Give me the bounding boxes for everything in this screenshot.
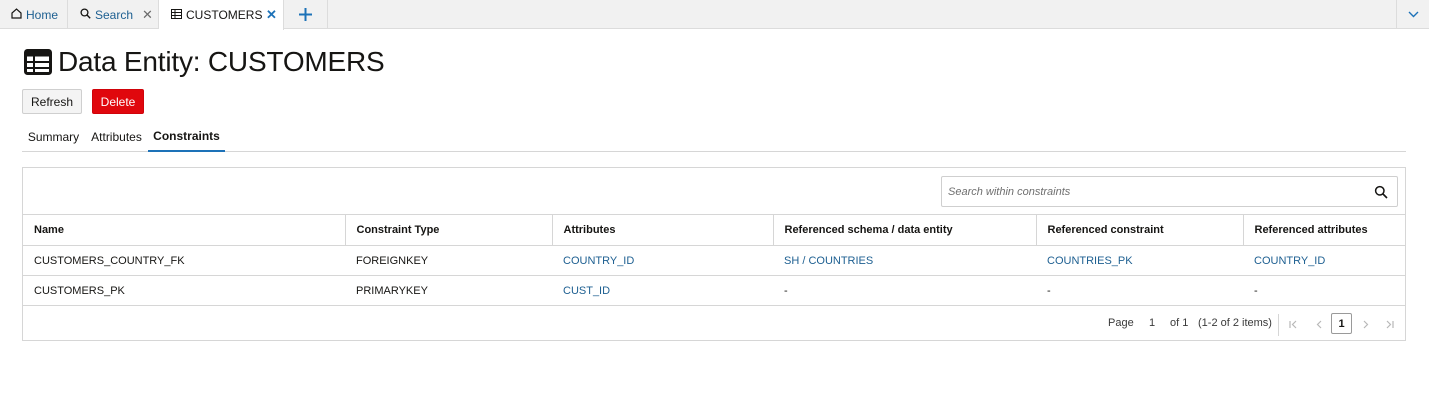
- column-header-name[interactable]: Name: [23, 214, 346, 246]
- search-input[interactable]: [942, 177, 1362, 206]
- tab-search-label: Search: [95, 7, 134, 22]
- pager-divider: [1278, 314, 1279, 336]
- cell-constraint-type: PRIMARYKEY: [345, 275, 552, 306]
- cell-referenced-entity: -: [773, 275, 1036, 306]
- cell-referenced-attributes: -: [1243, 275, 1405, 306]
- column-header-attributes[interactable]: Attributes: [552, 214, 774, 246]
- next-page-icon[interactable]: [1357, 316, 1373, 332]
- referenced-entity-link[interactable]: SH / COUNTRIES: [773, 245, 1036, 276]
- attribute-link[interactable]: CUST_ID: [552, 275, 773, 306]
- page-label: Page: [1108, 317, 1134, 329]
- column-header-constraint-type[interactable]: Constraint Type: [345, 214, 553, 246]
- close-icon[interactable]: ✕: [142, 7, 153, 23]
- table-icon: [171, 8, 182, 22]
- referenced-constraint-link[interactable]: COUNTRIES_PK: [1036, 245, 1243, 276]
- data-entity-icon: [24, 49, 52, 75]
- table-row[interactable]: CUSTOMERS_COUNTRY_FK FOREIGNKEY COUNTRY_…: [23, 245, 1405, 276]
- tab-search[interactable]: Search ✕: [68, 0, 159, 29]
- tab-bar: Home Search ✕ CUSTOMERS ✕: [0, 0, 1429, 30]
- first-page-icon[interactable]: [1285, 316, 1301, 332]
- tab-summary[interactable]: Summary: [22, 122, 85, 152]
- tab-overflow-button[interactable]: [1396, 0, 1429, 29]
- constraints-panel: Name Constraint Type Attributes Referenc…: [22, 167, 1406, 341]
- column-header-referenced-attributes[interactable]: Referenced attributes: [1243, 214, 1405, 246]
- column-header-referenced-entity[interactable]: Referenced schema / data entity: [773, 214, 1037, 246]
- refresh-button[interactable]: Refresh: [22, 89, 82, 114]
- entity-tabs: Summary Attributes Constraints: [22, 122, 1406, 152]
- column-header-referenced-constraint[interactable]: Referenced constraint: [1036, 214, 1244, 246]
- tab-customers[interactable]: CUSTOMERS ✕: [159, 0, 284, 30]
- search-box: [941, 176, 1398, 207]
- tab-attributes[interactable]: Attributes: [85, 122, 148, 152]
- delete-button[interactable]: Delete: [92, 89, 144, 114]
- cell-referenced-constraint: -: [1036, 275, 1243, 306]
- page-button[interactable]: 1: [1331, 313, 1352, 334]
- tab-customers-label: CUSTOMERS: [186, 8, 263, 22]
- tab-constraints[interactable]: Constraints: [148, 122, 225, 152]
- search-icon: [80, 7, 91, 22]
- previous-page-icon[interactable]: [1311, 316, 1327, 332]
- page-title: Data Entity: CUSTOMERS: [58, 46, 385, 77]
- close-icon[interactable]: ✕: [266, 7, 277, 23]
- home-icon: [11, 7, 22, 22]
- add-tab-button[interactable]: [284, 0, 328, 29]
- cell-name: CUSTOMERS_PK: [23, 275, 345, 306]
- plus-icon: [299, 8, 312, 21]
- tab-home-label: Home: [26, 7, 59, 22]
- pagination: Page 1 of 1 (1-2 of 2 items) 1: [23, 308, 1405, 340]
- last-page-icon[interactable]: [1381, 316, 1397, 332]
- page-number-input[interactable]: 1: [1149, 317, 1155, 329]
- page-total: of 1: [1170, 317, 1189, 329]
- cell-constraint-type: FOREIGNKEY: [345, 245, 552, 276]
- search-icon[interactable]: [1374, 185, 1388, 199]
- chevron-down-icon: [1408, 11, 1418, 18]
- constraints-table: Name Constraint Type Attributes Referenc…: [23, 214, 1405, 306]
- items-summary: (1-2 of 2 items): [1198, 317, 1272, 329]
- attribute-link[interactable]: COUNTRY_ID: [552, 245, 773, 276]
- table-row[interactable]: CUSTOMERS_PK PRIMARYKEY CUST_ID - - -: [23, 275, 1405, 306]
- tab-home[interactable]: Home: [0, 0, 68, 29]
- referenced-attribute-link[interactable]: COUNTRY_ID: [1243, 245, 1405, 276]
- cell-name: CUSTOMERS_COUNTRY_FK: [23, 245, 345, 276]
- table-header-row: Name Constraint Type Attributes Referenc…: [23, 214, 1405, 246]
